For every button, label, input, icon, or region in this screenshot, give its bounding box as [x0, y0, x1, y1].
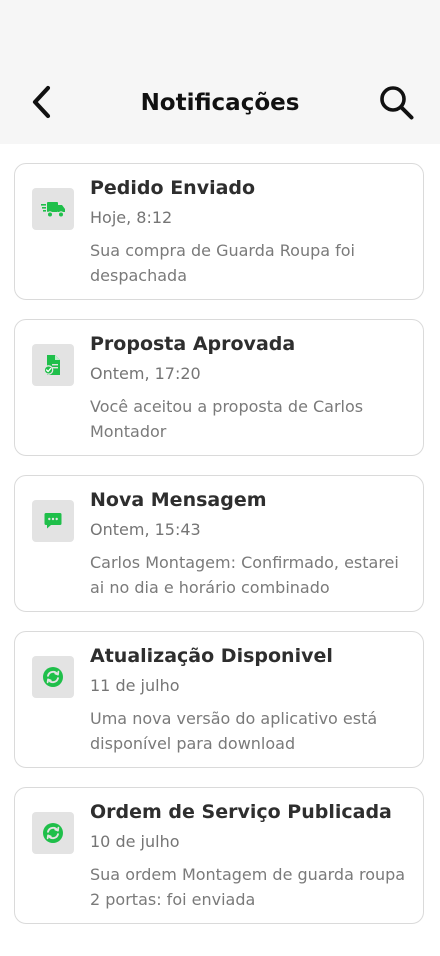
notification-title: Nova Mensagem	[90, 489, 267, 511]
notification-title: Atualização Disponivel	[90, 645, 333, 667]
notification-card[interactable]: Nova Mensagem Ontem, 15:43 Carlos Montag…	[14, 475, 424, 612]
notification-time: Hoje, 8:12	[90, 208, 173, 227]
notification-description: Sua ordem Montagem de guarda roupa 2 por…	[90, 865, 406, 909]
notification-time: 10 de julho	[90, 832, 180, 851]
truck-icon	[41, 202, 65, 218]
search-icon	[380, 86, 414, 120]
notification-title: Proposta Aprovada	[90, 333, 296, 355]
notification-title: Ordem de Serviço Publicada	[90, 801, 392, 823]
notification-icon-box	[32, 500, 74, 542]
search-button[interactable]	[376, 82, 418, 124]
notification-time: Ontem, 17:20	[90, 364, 201, 383]
notification-time: Ontem, 15:43	[90, 520, 201, 539]
app-header: Notificações	[0, 0, 440, 144]
notification-description: Sua compra de Guarda Roupa foi despachad…	[90, 241, 355, 285]
notification-list: Pedido Enviado Hoje, 8:12 Sua compra de …	[14, 163, 424, 943]
notification-time: 11 de julho	[90, 676, 180, 695]
chat-icon	[44, 513, 62, 529]
notification-card[interactable]: Pedido Enviado Hoje, 8:12 Sua compra de …	[14, 163, 424, 300]
notification-icon-box	[32, 656, 74, 698]
notification-icon-box	[32, 812, 74, 854]
notification-title: Pedido Enviado	[90, 177, 256, 199]
notification-description: Carlos Montagem: Confirmado, estarei ai …	[90, 553, 399, 597]
notification-description: Você aceitou a proposta de Carlos Montad…	[90, 397, 364, 441]
document-check-icon	[43, 355, 60, 375]
notification-card[interactable]: Proposta Aprovada Ontem, 17:20 Você acei…	[14, 319, 424, 456]
refresh-icon	[43, 823, 63, 843]
notification-icon-box	[32, 188, 74, 230]
notification-description: Uma nova versão do aplicativo está dispo…	[90, 709, 378, 753]
page-title: Notificações	[140, 90, 300, 116]
notification-card[interactable]: Atualização Disponivel 11 de julho Uma n…	[14, 631, 424, 768]
refresh-icon	[43, 667, 63, 687]
notification-card[interactable]: Ordem de Serviço Publicada 10 de julho S…	[14, 787, 424, 924]
notification-icon-box	[32, 344, 74, 386]
